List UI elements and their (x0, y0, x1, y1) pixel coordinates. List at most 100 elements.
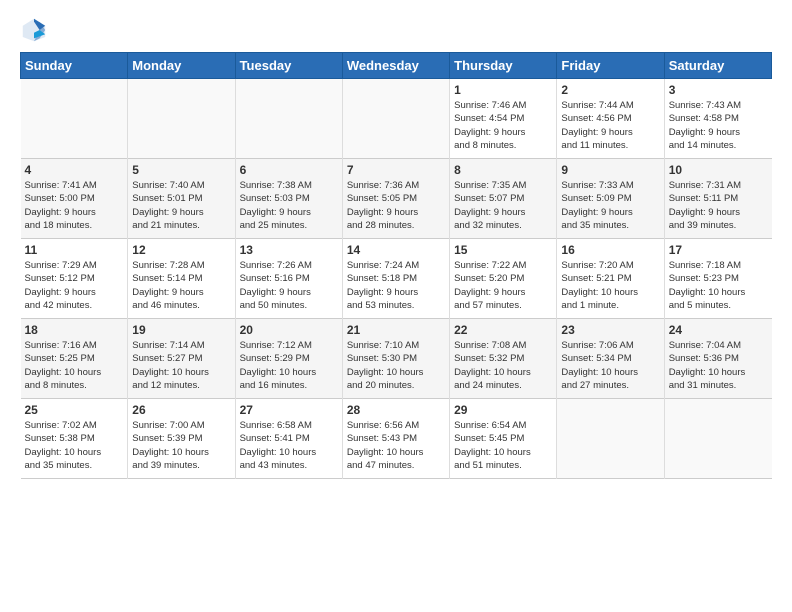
day-number: 27 (240, 403, 338, 417)
cell-content: Sunrise: 7:04 AM Sunset: 5:36 PM Dayligh… (669, 339, 768, 392)
cell-content: Sunrise: 7:33 AM Sunset: 5:09 PM Dayligh… (561, 179, 659, 232)
calendar-cell: 5 Sunrise: 7:40 AM Sunset: 5:01 PM Daylig… (128, 159, 235, 239)
calendar-cell: 29Sunrise: 6:54 AM Sunset: 5:45 PM Dayli… (450, 399, 557, 479)
calendar-week-row: 25 Sunrise: 7:02 AM Sunset: 5:38 PM Dayli… (21, 399, 772, 479)
page-container: SundayMondayTuesdayWednesdayThursdayFrid… (0, 0, 792, 489)
cell-content: Sunrise: 7:18 AM Sunset: 5:23 PM Dayligh… (669, 259, 768, 312)
day-number: 4 (25, 163, 124, 177)
calendar-cell (128, 79, 235, 159)
cell-content: Sunrise: 6:58 AM Sunset: 5:41 PM Dayligh… (240, 419, 338, 472)
calendar-cell: 28 Sunrise: 6:56 AM Sunset: 5:43 PM Dayli… (342, 399, 449, 479)
cell-content: Sunrise: 6:56 AM Sunset: 5:43 PM Dayligh… (347, 419, 445, 472)
cell-content: Sunrise: 7:28 AM Sunset: 5:14 PM Dayligh… (132, 259, 230, 312)
cell-content: Sunrise: 7:44 AM Sunset: 4:56 PM Dayligh… (561, 99, 659, 152)
day-number: 18 (25, 323, 124, 337)
calendar-cell: 3Sunrise: 7:43 AM Sunset: 4:58 PM Daylig… (664, 79, 771, 159)
calendar-cell (235, 79, 342, 159)
cell-content: Sunrise: 7:00 AM Sunset: 5:39 PM Dayligh… (132, 419, 230, 472)
day-number: 25 (25, 403, 124, 417)
calendar-cell: 14 Sunrise: 7:24 AM Sunset: 5:18 PM Dayli… (342, 239, 449, 319)
day-number: 14 (347, 243, 445, 257)
day-number: 6 (240, 163, 338, 177)
cell-content: Sunrise: 7:12 AM Sunset: 5:29 PM Dayligh… (240, 339, 338, 392)
calendar-cell: 15 Sunrise: 7:22 AM Sunset: 5:20 PM Dayli… (450, 239, 557, 319)
cell-content: Sunrise: 7:36 AM Sunset: 5:05 PM Dayligh… (347, 179, 445, 232)
cell-content: Sunrise: 7:26 AM Sunset: 5:16 PM Dayligh… (240, 259, 338, 312)
calendar-cell: 1 Sunrise: 7:46 AM Sunset: 4:54 PM Daylig… (450, 79, 557, 159)
calendar-week-row: 1 Sunrise: 7:46 AM Sunset: 4:54 PM Daylig… (21, 79, 772, 159)
day-number: 9 (561, 163, 659, 177)
calendar-cell: 9 Sunrise: 7:33 AM Sunset: 5:09 PM Daylig… (557, 159, 664, 239)
weekday-header: Wednesday (342, 53, 449, 79)
cell-content: Sunrise: 7:46 AM Sunset: 4:54 PM Dayligh… (454, 99, 552, 152)
calendar-cell: 10 Sunrise: 7:31 AM Sunset: 5:11 PM Dayli… (664, 159, 771, 239)
calendar-cell: 6 Sunrise: 7:38 AM Sunset: 5:03 PM Daylig… (235, 159, 342, 239)
calendar-cell: 12 Sunrise: 7:28 AM Sunset: 5:14 PM Dayli… (128, 239, 235, 319)
header (20, 16, 772, 44)
day-number: 26 (132, 403, 230, 417)
cell-content: Sunrise: 7:22 AM Sunset: 5:20 PM Dayligh… (454, 259, 552, 312)
calendar-cell: 17Sunrise: 7:18 AM Sunset: 5:23 PM Dayli… (664, 239, 771, 319)
weekday-header: Saturday (664, 53, 771, 79)
weekday-header: Friday (557, 53, 664, 79)
day-number: 2 (561, 83, 659, 97)
calendar-table: SundayMondayTuesdayWednesdayThursdayFrid… (20, 52, 772, 479)
calendar-cell (21, 79, 128, 159)
calendar-week-row: 11Sunrise: 7:29 AM Sunset: 5:12 PM Dayli… (21, 239, 772, 319)
calendar-week-row: 4 Sunrise: 7:41 AM Sunset: 5:00 PM Daylig… (21, 159, 772, 239)
day-number: 13 (240, 243, 338, 257)
cell-content: Sunrise: 7:41 AM Sunset: 5:00 PM Dayligh… (25, 179, 124, 232)
calendar-cell (664, 399, 771, 479)
day-number: 1 (454, 83, 552, 97)
calendar-cell: 23 Sunrise: 7:06 AM Sunset: 5:34 PM Dayli… (557, 319, 664, 399)
day-number: 16 (561, 243, 659, 257)
cell-content: Sunrise: 7:10 AM Sunset: 5:30 PM Dayligh… (347, 339, 445, 392)
day-number: 29 (454, 403, 552, 417)
calendar-cell: 21 Sunrise: 7:10 AM Sunset: 5:30 PM Dayli… (342, 319, 449, 399)
calendar-cell: 24 Sunrise: 7:04 AM Sunset: 5:36 PM Dayli… (664, 319, 771, 399)
day-number: 8 (454, 163, 552, 177)
cell-content: Sunrise: 7:16 AM Sunset: 5:25 PM Dayligh… (25, 339, 124, 392)
calendar-cell: 13 Sunrise: 7:26 AM Sunset: 5:16 PM Dayli… (235, 239, 342, 319)
day-number: 28 (347, 403, 445, 417)
cell-content: Sunrise: 7:20 AM Sunset: 5:21 PM Dayligh… (561, 259, 659, 312)
cell-content: Sunrise: 7:40 AM Sunset: 5:01 PM Dayligh… (132, 179, 230, 232)
calendar-cell: 16 Sunrise: 7:20 AM Sunset: 5:21 PM Dayli… (557, 239, 664, 319)
calendar-cell: 20Sunrise: 7:12 AM Sunset: 5:29 PM Dayli… (235, 319, 342, 399)
calendar-week-row: 18 Sunrise: 7:16 AM Sunset: 5:25 PM Dayli… (21, 319, 772, 399)
day-number: 5 (132, 163, 230, 177)
day-number: 21 (347, 323, 445, 337)
cell-content: Sunrise: 7:38 AM Sunset: 5:03 PM Dayligh… (240, 179, 338, 232)
calendar-cell: 25 Sunrise: 7:02 AM Sunset: 5:38 PM Dayli… (21, 399, 128, 479)
day-number: 7 (347, 163, 445, 177)
cell-content: Sunrise: 7:24 AM Sunset: 5:18 PM Dayligh… (347, 259, 445, 312)
calendar-cell: 18 Sunrise: 7:16 AM Sunset: 5:25 PM Dayli… (21, 319, 128, 399)
weekday-header: Thursday (450, 53, 557, 79)
cell-content: Sunrise: 7:06 AM Sunset: 5:34 PM Dayligh… (561, 339, 659, 392)
day-number: 15 (454, 243, 552, 257)
day-number: 12 (132, 243, 230, 257)
calendar-cell: 26 Sunrise: 7:00 AM Sunset: 5:39 PM Dayli… (128, 399, 235, 479)
calendar-cell: 27 Sunrise: 6:58 AM Sunset: 5:41 PM Dayli… (235, 399, 342, 479)
logo-icon (20, 16, 48, 44)
calendar-cell (557, 399, 664, 479)
calendar-cell: 8 Sunrise: 7:35 AM Sunset: 5:07 PM Daylig… (450, 159, 557, 239)
cell-content: Sunrise: 7:29 AM Sunset: 5:12 PM Dayligh… (25, 259, 124, 312)
weekday-header: Monday (128, 53, 235, 79)
cell-content: Sunrise: 7:43 AM Sunset: 4:58 PM Dayligh… (669, 99, 768, 152)
day-number: 23 (561, 323, 659, 337)
day-number: 22 (454, 323, 552, 337)
day-number: 24 (669, 323, 768, 337)
day-number: 10 (669, 163, 768, 177)
calendar-cell: 19 Sunrise: 7:14 AM Sunset: 5:27 PM Dayli… (128, 319, 235, 399)
day-number: 19 (132, 323, 230, 337)
cell-content: Sunrise: 7:02 AM Sunset: 5:38 PM Dayligh… (25, 419, 124, 472)
calendar-cell: 22Sunrise: 7:08 AM Sunset: 5:32 PM Dayli… (450, 319, 557, 399)
calendar-cell: 7 Sunrise: 7:36 AM Sunset: 5:05 PM Daylig… (342, 159, 449, 239)
cell-content: Sunrise: 7:35 AM Sunset: 5:07 PM Dayligh… (454, 179, 552, 232)
cell-content: Sunrise: 7:14 AM Sunset: 5:27 PM Dayligh… (132, 339, 230, 392)
calendar-cell (342, 79, 449, 159)
calendar-cell: 11Sunrise: 7:29 AM Sunset: 5:12 PM Dayli… (21, 239, 128, 319)
cell-content: Sunrise: 7:31 AM Sunset: 5:11 PM Dayligh… (669, 179, 768, 232)
weekday-header-row: SundayMondayTuesdayWednesdayThursdayFrid… (21, 53, 772, 79)
